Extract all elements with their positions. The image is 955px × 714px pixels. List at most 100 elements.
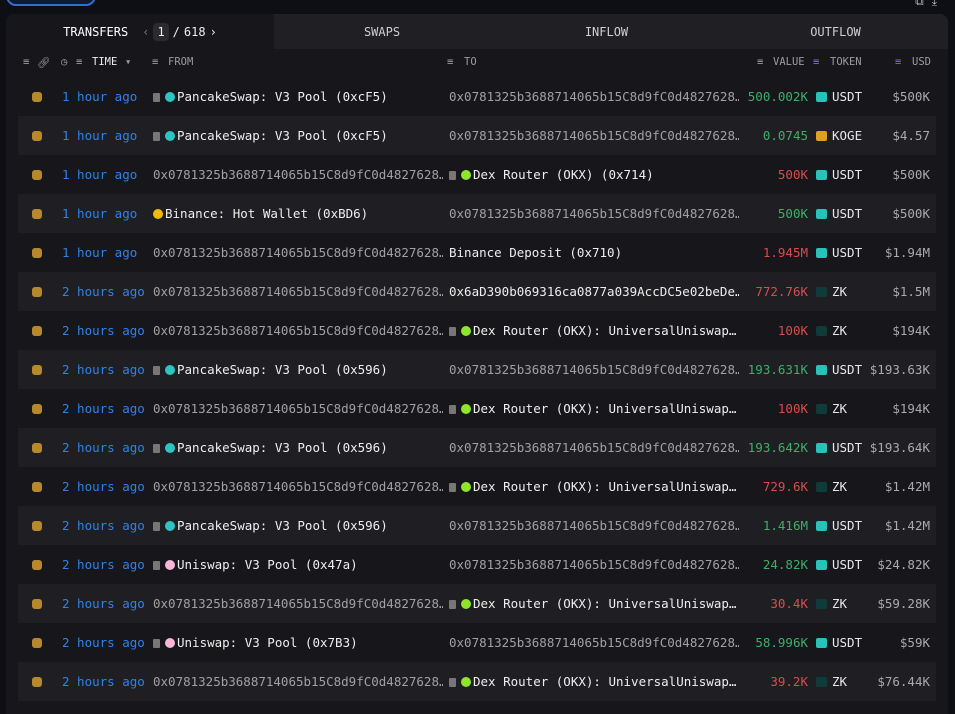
- column-value[interactable]: VALUE: [773, 56, 805, 68]
- column-from[interactable]: FROM: [168, 56, 193, 68]
- table-row[interactable]: 2 hours ago 0x0781325b3688714065b15C8d9fC…: [18, 389, 936, 428]
- time-link[interactable]: 2 hours ago: [62, 323, 145, 338]
- to-filter-icon[interactable]: ≡: [447, 56, 453, 68]
- table-row[interactable]: 2 hours ago 0x0781325b3688714065b15C8d9fC…: [18, 584, 936, 623]
- column-token[interactable]: TOKEN: [830, 56, 862, 68]
- to-label[interactable]: 0x0781325b3688714065b15C8d9fC0d4827628…: [449, 557, 739, 572]
- from-label[interactable]: 0x0781325b3688714065b15C8d9fC0d4827628…: [153, 323, 443, 338]
- token-cell[interactable]: USDT: [816, 89, 862, 104]
- table-row[interactable]: 2 hours ago 0x0781325b3688714065b15C8d9fC…: [18, 311, 936, 350]
- from-label[interactable]: 0x0781325b3688714065b15C8d9fC0d4827628…: [153, 674, 443, 689]
- tab-outflow[interactable]: OUTFLOW: [723, 14, 948, 49]
- filter-icon[interactable]: ≡: [23, 56, 29, 68]
- from-label[interactable]: PancakeSwap: V3 Pool (0xcF5): [177, 128, 388, 143]
- table-row[interactable]: 2 hours ago PancakeSwap: V3 Pool (0x596) 0…: [18, 506, 936, 545]
- to-label[interactable]: 0x6aD390b069316ca0877a039AccDC5e02beDe…: [449, 284, 739, 299]
- clock-icon[interactable]: ◷: [61, 56, 67, 68]
- to-label[interactable]: 0x0781325b3688714065b15C8d9fC0d4827628…: [449, 635, 739, 650]
- sort-desc-icon[interactable]: ▾: [125, 56, 131, 68]
- usd-filter-icon[interactable]: ≡: [895, 56, 901, 68]
- table-row[interactable]: 2 hours ago 0x0781325b3688714065b15C8d9fC…: [18, 467, 936, 506]
- table-row[interactable]: 2 hours ago 0x0781325b3688714065b15C8d9fC…: [18, 662, 936, 701]
- token-cell[interactable]: KOGE: [816, 128, 862, 143]
- from-label[interactable]: 0x0781325b3688714065b15C8d9fC0d4827628…: [153, 596, 443, 611]
- to-label[interactable]: Dex Router (OKX) (0x714): [473, 167, 654, 182]
- table-row[interactable]: 1 hour ago 0x0781325b3688714065b15C8d9fC0…: [18, 155, 936, 194]
- to-label[interactable]: Dex Router (OKX): UniversalUniswap…: [473, 596, 736, 611]
- table-row[interactable]: 2 hours ago Uniswap: V3 Pool (0x47a) 0x078…: [18, 545, 936, 584]
- time-link[interactable]: 1 hour ago: [62, 245, 137, 260]
- table-row[interactable]: 1 hour ago 0x0781325b3688714065b15C8d9fC0…: [18, 233, 936, 272]
- current-page[interactable]: 1: [153, 22, 169, 41]
- time-link[interactable]: 2 hours ago: [62, 557, 145, 572]
- token-cell[interactable]: ZK: [816, 479, 847, 494]
- column-to[interactable]: TO: [464, 56, 477, 68]
- token-cell[interactable]: USDT: [816, 557, 862, 572]
- tab-swaps[interactable]: SWAPS: [274, 14, 490, 49]
- table-row[interactable]: 1 hour ago PancakeSwap: V3 Pool (0xcF5) 0x…: [18, 77, 936, 116]
- from-label[interactable]: 0x0781325b3688714065b15C8d9fC0d4827628…: [153, 284, 443, 299]
- from-label[interactable]: Uniswap: V3 Pool (0x47a): [177, 557, 358, 572]
- time-link[interactable]: 2 hours ago: [62, 362, 145, 377]
- from-label[interactable]: 0x0781325b3688714065b15C8d9fC0d4827628…: [153, 479, 443, 494]
- time-link[interactable]: 2 hours ago: [62, 518, 145, 533]
- tab-transfers[interactable]: TRANSFERS ‹ 1 / 618 ›: [6, 14, 274, 49]
- to-label[interactable]: Dex Router (OKX): UniversalUniswap…: [473, 479, 736, 494]
- time-link[interactable]: 2 hours ago: [62, 596, 145, 611]
- to-label[interactable]: Dex Router (OKX): UniversalUniswap…: [473, 323, 736, 338]
- from-label[interactable]: 0x0781325b3688714065b15C8d9fC0d4827628…: [153, 401, 443, 416]
- to-label[interactable]: Dex Router (OKX): UniversalUniswap…: [473, 674, 736, 689]
- to-label[interactable]: Dex Router (OKX): UniversalUniswap…: [473, 401, 736, 416]
- token-cell[interactable]: USDT: [816, 362, 862, 377]
- from-label[interactable]: PancakeSwap: V3 Pool (0x596): [177, 440, 388, 455]
- column-usd[interactable]: USD: [912, 56, 931, 68]
- to-label[interactable]: 0x0781325b3688714065b15C8d9fC0d4827628…: [449, 89, 739, 104]
- token-cell[interactable]: USDT: [816, 440, 862, 455]
- to-label[interactable]: 0x0781325b3688714065b15C8d9fC0d4827628…: [449, 206, 739, 221]
- value-filter-icon[interactable]: ≡: [757, 56, 763, 68]
- to-label[interactable]: 0x0781325b3688714065b15C8d9fC0d4827628…: [449, 362, 739, 377]
- from-label[interactable]: Binance: Hot Wallet (0xBD6): [165, 206, 368, 221]
- token-cell[interactable]: ZK: [816, 284, 847, 299]
- time-link[interactable]: 1 hour ago: [62, 89, 137, 104]
- link-icon[interactable]: 🔗︎: [37, 56, 50, 69]
- token-cell[interactable]: USDT: [816, 167, 862, 182]
- table-row[interactable]: 2 hours ago 0x0781325b3688714065b15C8d9fC…: [18, 272, 936, 311]
- token-cell[interactable]: ZK: [816, 401, 847, 416]
- download-icon[interactable]: ⤓: [932, 0, 937, 9]
- table-row[interactable]: 2 hours ago PancakeSwap: V3 Pool (0x596) 0…: [18, 350, 936, 389]
- token-cell[interactable]: USDT: [816, 206, 862, 221]
- tab-inflow[interactable]: INFLOW: [490, 14, 723, 49]
- table-row[interactable]: 1 hour ago PancakeSwap: V3 Pool (0xcF5) 0x…: [18, 116, 936, 155]
- time-link[interactable]: 1 hour ago: [62, 167, 137, 182]
- table-row[interactable]: 2 hours ago Uniswap: V3 Pool (0x7B3) 0x078…: [18, 623, 936, 662]
- time-link[interactable]: 1 hour ago: [62, 128, 137, 143]
- time-link[interactable]: 2 hours ago: [62, 284, 145, 299]
- from-label[interactable]: PancakeSwap: V3 Pool (0x596): [177, 362, 388, 377]
- from-label[interactable]: PancakeSwap: V3 Pool (0xcF5): [177, 89, 388, 104]
- to-label[interactable]: Binance Deposit (0x710): [449, 245, 622, 260]
- from-label[interactable]: Uniswap: V3 Pool (0x7B3): [177, 635, 358, 650]
- from-label[interactable]: PancakeSwap: V3 Pool (0x596): [177, 518, 388, 533]
- time-link[interactable]: 2 hours ago: [62, 401, 145, 416]
- from-filter-icon[interactable]: ≡: [152, 56, 158, 68]
- token-filter-icon[interactable]: ≡: [813, 56, 819, 68]
- table-row[interactable]: 1 hour ago Binance: Hot Wallet (0xBD6) 0x0…: [18, 194, 936, 233]
- time-link[interactable]: 1 hour ago: [62, 206, 137, 221]
- token-cell[interactable]: ZK: [816, 323, 847, 338]
- token-cell[interactable]: ZK: [816, 674, 847, 689]
- table-row[interactable]: 2 hours ago PancakeSwap: V3 Pool (0x596) 0…: [18, 428, 936, 467]
- prev-page-button[interactable]: ‹: [142, 25, 149, 39]
- copy-icon[interactable]: ⧉: [915, 0, 924, 9]
- time-link[interactable]: 2 hours ago: [62, 674, 145, 689]
- token-cell[interactable]: USDT: [816, 635, 862, 650]
- to-label[interactable]: 0x0781325b3688714065b15C8d9fC0d4827628…: [449, 518, 739, 533]
- from-label[interactable]: 0x0781325b3688714065b15C8d9fC0d4827628…: [153, 245, 443, 260]
- to-label[interactable]: 0x0781325b3688714065b15C8d9fC0d4827628…: [449, 128, 739, 143]
- token-cell[interactable]: ZK: [816, 596, 847, 611]
- top-pill-button[interactable]: [6, 0, 96, 6]
- time-filter-icon[interactable]: ≡: [76, 56, 82, 68]
- from-label[interactable]: 0x0781325b3688714065b15C8d9fC0d4827628…: [153, 167, 443, 182]
- time-link[interactable]: 2 hours ago: [62, 635, 145, 650]
- token-cell[interactable]: USDT: [816, 518, 862, 533]
